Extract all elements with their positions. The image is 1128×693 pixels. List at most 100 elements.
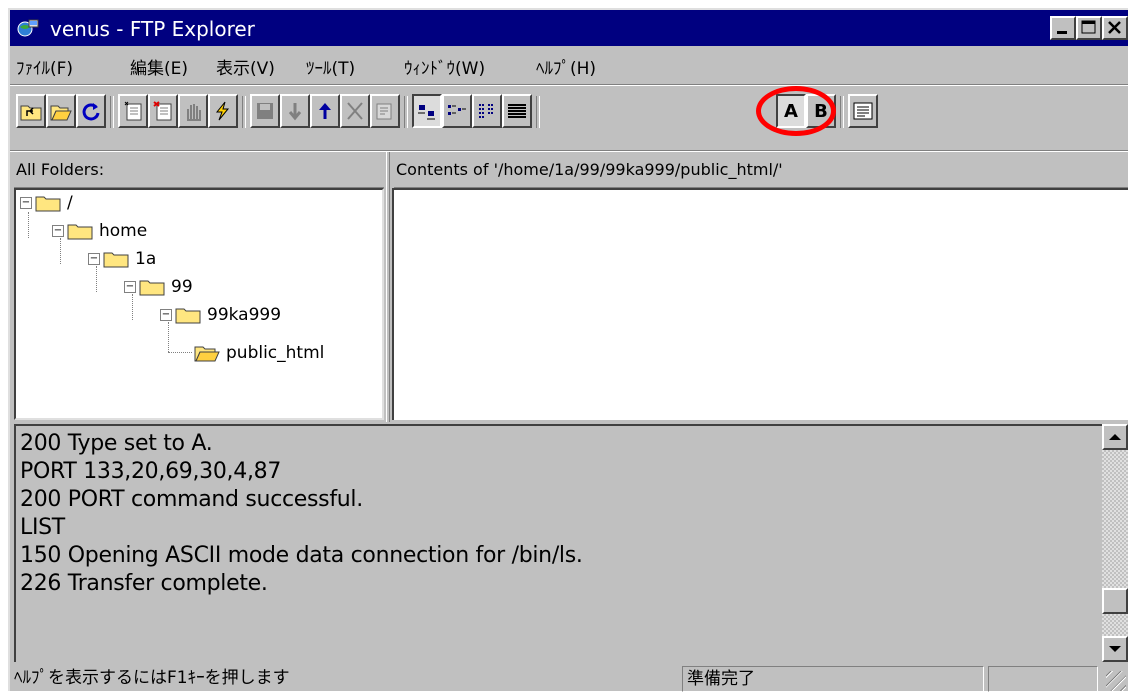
menu-edit[interactable]: 編集(E) xyxy=(130,54,188,79)
upload-button[interactable] xyxy=(310,94,340,128)
toolbar-separator xyxy=(242,96,246,128)
folder-icon xyxy=(175,308,201,324)
properties-icon xyxy=(376,103,392,120)
toolbar-separator xyxy=(110,96,114,128)
menu-window[interactable]: ｳｨﾝﾄﾞｳ(W) xyxy=(404,54,485,79)
highlight-circle-annotation xyxy=(756,86,836,136)
collapse-icon[interactable]: − xyxy=(52,225,64,237)
menu-tools[interactable]: ﾂｰﾙ(T) xyxy=(306,54,355,79)
status-state: 準備完了 xyxy=(682,666,984,692)
refresh-button[interactable] xyxy=(76,94,106,128)
tree-node-99[interactable]: − 99 xyxy=(124,276,193,298)
details-icon xyxy=(508,104,526,118)
log-pane[interactable]: 200 Type set to A. PORT 133,20,69,30,4,8… xyxy=(14,424,1102,662)
view-list-button[interactable] xyxy=(472,94,502,128)
log-window-icon xyxy=(853,102,873,120)
view-details-button[interactable] xyxy=(502,94,532,128)
collapse-icon[interactable]: − xyxy=(160,309,172,321)
hand-icon xyxy=(187,104,201,121)
open-folder-button[interactable] xyxy=(46,94,76,128)
maximize-button[interactable] xyxy=(1076,16,1102,40)
delete-file-button[interactable] xyxy=(340,94,370,128)
scroll-thumb[interactable] xyxy=(1102,588,1128,614)
open-folder-icon xyxy=(194,346,220,362)
pane-splitter[interactable] xyxy=(386,152,390,422)
tree-node-public-html[interactable]: public_html xyxy=(194,342,324,364)
folder-tree[interactable]: − / − home − 1a − 99 − 99ka999 public_ht… xyxy=(14,188,384,420)
up-folder-button[interactable] xyxy=(16,94,46,128)
log-line: 226 Transfer complete. xyxy=(20,571,268,596)
menu-divider xyxy=(10,84,1128,86)
log-scrollbar[interactable] xyxy=(1102,424,1128,662)
log-line: 200 Type set to A. xyxy=(20,431,213,456)
small-icons-icon xyxy=(448,105,466,115)
tree-node-label: 99ka999 xyxy=(207,305,282,325)
arrow-down-icon xyxy=(1109,646,1121,652)
large-icons-icon xyxy=(418,105,435,120)
close-button[interactable] xyxy=(1102,16,1128,40)
refresh-icon xyxy=(82,103,100,121)
status-help-text: ﾍﾙﾌﾟを表示するにはF1ｷｰを押します xyxy=(14,668,290,688)
list-icon xyxy=(479,104,494,118)
log-line: LIST xyxy=(20,515,65,540)
tree-node-label: 99 xyxy=(171,277,193,297)
tree-node-1a[interactable]: − 1a xyxy=(88,248,156,270)
new-folder-icon xyxy=(124,101,142,121)
maximize-icon xyxy=(1081,20,1096,34)
tree-node-root[interactable]: − / xyxy=(20,192,73,214)
status-extra xyxy=(988,666,1098,692)
folder-icon xyxy=(35,196,61,212)
contents-header: Contents of '/home/1a/99/99ka999/public_… xyxy=(394,152,1128,188)
view-large-icons-button[interactable] xyxy=(412,94,442,128)
connect-button[interactable] xyxy=(208,94,238,128)
contents-list[interactable] xyxy=(392,188,1128,420)
menu-file[interactable]: ﾌｧｲﾙ(F) xyxy=(16,54,73,79)
log-line: 150 Opening ASCII mode data connection f… xyxy=(20,543,583,568)
folder-icon xyxy=(67,224,93,240)
collapse-icon[interactable]: − xyxy=(124,281,136,293)
title-bar[interactable]: venus - FTP Explorer xyxy=(10,10,1128,46)
scroll-down-button[interactable] xyxy=(1102,636,1128,662)
minimize-icon xyxy=(1057,31,1067,34)
properties-button[interactable] xyxy=(370,94,400,128)
arrow-up-icon xyxy=(319,103,331,119)
x-icon xyxy=(347,102,363,120)
tree-node-label: public_html xyxy=(226,343,325,363)
status-bar: ﾍﾙﾌﾟを表示するにはF1ｷｰを押します 準備完了 xyxy=(10,664,1128,693)
close-icon xyxy=(1108,21,1121,34)
save-button[interactable] xyxy=(250,94,280,128)
log-line: 200 PORT command successful. xyxy=(20,487,363,512)
collapse-icon[interactable]: − xyxy=(88,253,100,265)
tree-node-home[interactable]: − home xyxy=(52,220,147,242)
stop-button[interactable] xyxy=(178,94,208,128)
view-small-icons-button[interactable] xyxy=(442,94,472,128)
toggle-log-button[interactable] xyxy=(848,94,878,128)
toolbar: A B xyxy=(10,88,1128,150)
resize-grip[interactable] xyxy=(1106,671,1126,691)
tree-node-label: home xyxy=(99,221,148,241)
menu-bar: ﾌｧｲﾙ(F) 編集(E) 表示(V) ﾂｰﾙ(T) ｳｨﾝﾄﾞｳ(W) ﾍﾙﾌ… xyxy=(10,48,1128,82)
delete-button[interactable] xyxy=(148,94,178,128)
up-folder-icon xyxy=(20,105,42,121)
arrow-down-icon xyxy=(288,103,302,121)
ftp-explorer-window: venus - FTP Explorer ﾌｧｲﾙ(F) 編集(E) 表示(V)… xyxy=(8,8,1128,693)
toolbar-separator xyxy=(404,96,408,128)
menu-help[interactable]: ﾍﾙﾌﾟ(H) xyxy=(536,54,596,79)
arrow-up-icon xyxy=(1109,434,1121,440)
tree-node-label: / xyxy=(67,193,73,213)
open-folder-icon xyxy=(50,105,72,121)
toolbar-separator xyxy=(840,96,844,128)
folder-icon xyxy=(139,280,165,296)
collapse-icon[interactable]: − xyxy=(20,197,32,209)
all-folders-header: All Folders: xyxy=(14,152,384,188)
lightning-icon xyxy=(215,101,230,121)
menu-view[interactable]: 表示(V) xyxy=(216,54,275,79)
delete-icon xyxy=(153,101,172,121)
download-button[interactable] xyxy=(280,94,310,128)
minimize-button[interactable] xyxy=(1050,16,1076,40)
floppy-disk-icon xyxy=(257,103,273,119)
ftp-explorer-app-icon[interactable] xyxy=(16,17,40,39)
scroll-up-button[interactable] xyxy=(1102,424,1128,450)
tree-node-99ka999[interactable]: − 99ka999 xyxy=(160,304,281,326)
new-folder-button[interactable] xyxy=(118,94,148,128)
